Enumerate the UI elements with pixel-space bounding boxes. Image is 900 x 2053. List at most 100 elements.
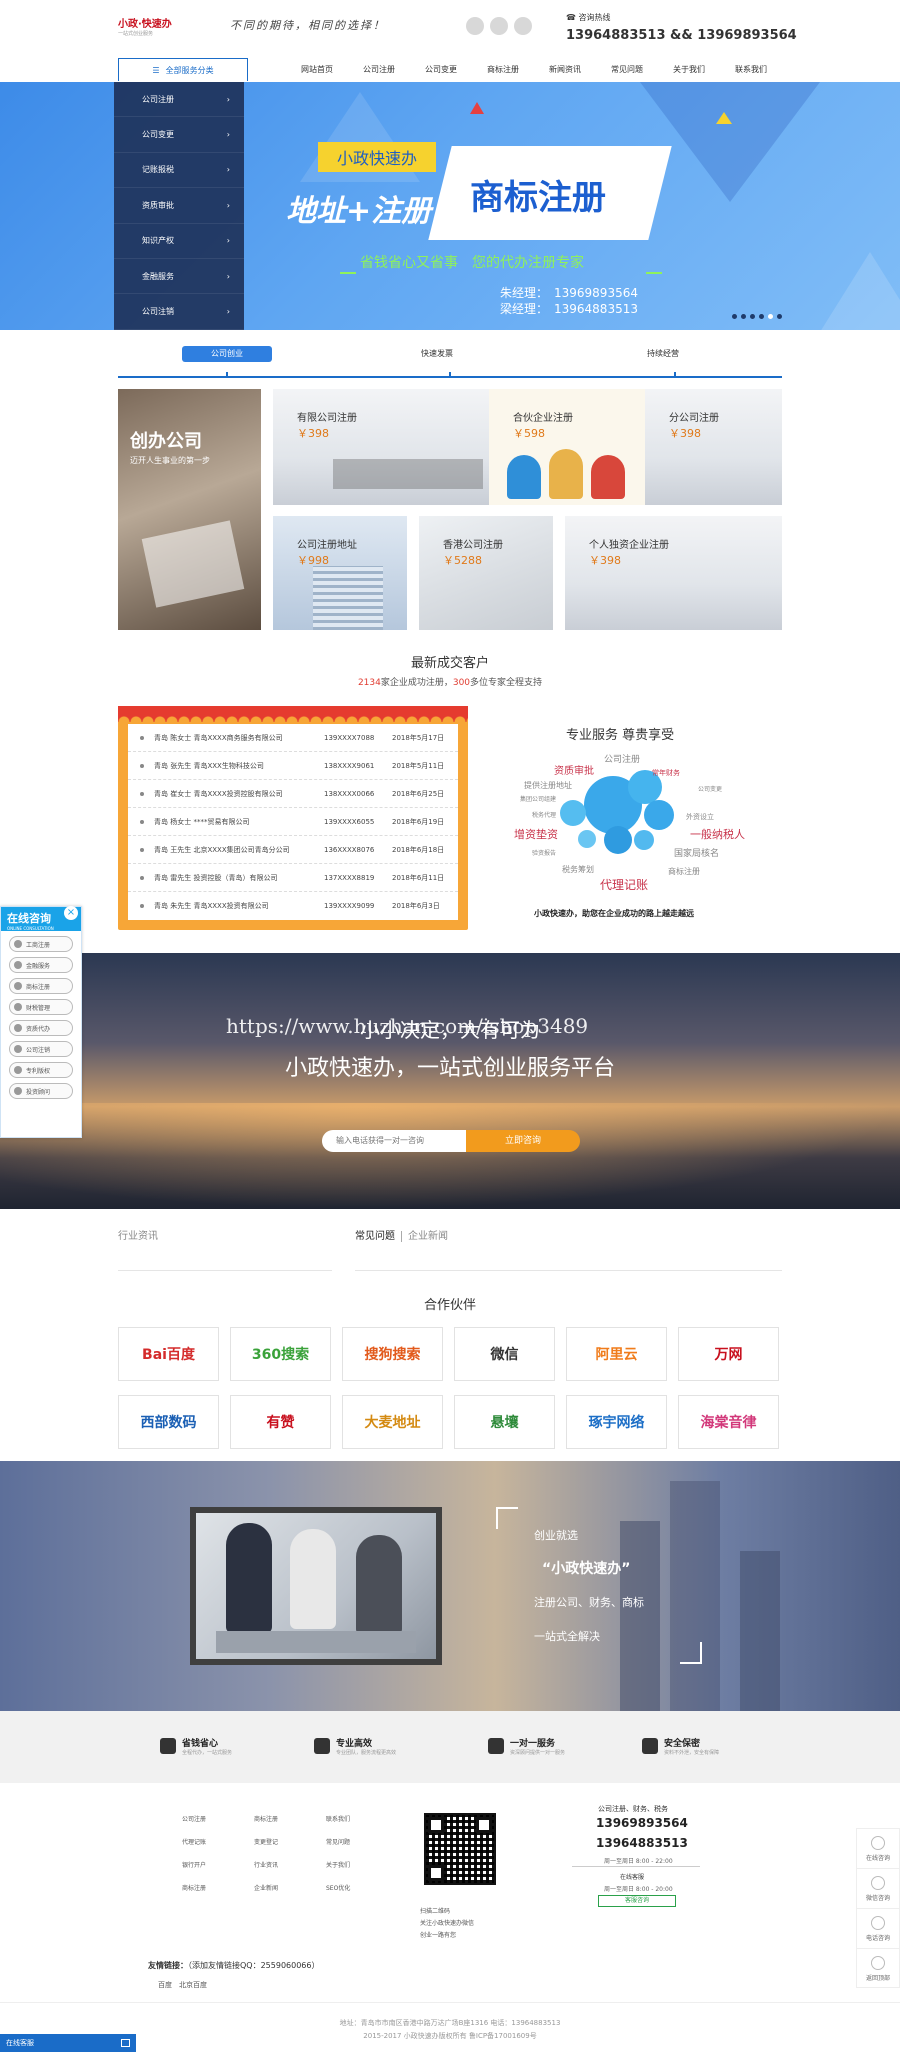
partner-logo-xuanrang[interactable]: 悬壤 xyxy=(454,1395,555,1449)
consult-option[interactable]: 专利版权 xyxy=(9,1062,73,1078)
toolbar-back-to-top[interactable]: 返回顶部 xyxy=(857,1949,899,1989)
slider-dot[interactable] xyxy=(750,314,755,319)
service-name: 分公司注册 xyxy=(669,413,719,424)
qq-icon[interactable] xyxy=(490,17,508,35)
friend-link[interactable]: 百度 xyxy=(158,1981,172,1989)
partner-logo-west[interactable]: 西部数码 xyxy=(118,1395,219,1449)
footer-link[interactable]: 公司注册 xyxy=(182,1814,206,1823)
phone-input[interactable] xyxy=(322,1130,468,1152)
consult-option[interactable]: 商标注册 xyxy=(9,978,73,994)
partner-logo-zhuoyu[interactable]: 琢宇网络 xyxy=(566,1395,667,1449)
qq-icon xyxy=(14,940,22,948)
nav-item-trademark[interactable]: 商标注册 xyxy=(472,58,534,81)
side-menu-item[interactable]: 记账报税 › xyxy=(114,153,244,189)
service-card[interactable]: 有限公司注册 ￥398 xyxy=(273,389,489,505)
consult-option[interactable]: 金融服务 xyxy=(9,957,73,973)
slider-dot[interactable] xyxy=(777,314,782,319)
chevron-right-icon: › xyxy=(226,307,230,317)
footer-link[interactable]: 代理记账 xyxy=(182,1837,206,1846)
footer-link[interactable]: SEO优化 xyxy=(326,1883,350,1892)
keyword: 一般纳税人 xyxy=(690,828,745,841)
online-service-bar[interactable]: 在线客服 xyxy=(0,2034,136,2052)
nav-item-home[interactable]: 网站首页 xyxy=(286,58,348,81)
consult-option[interactable]: 工商注册 xyxy=(9,936,73,952)
nav-item-contact[interactable]: 联系我们 xyxy=(720,58,782,81)
footer-link[interactable]: 商标注册 xyxy=(254,1814,278,1823)
category-button[interactable]: ☰ 全部服务分类 xyxy=(118,58,248,81)
service-card[interactable]: 公司注册地址 ￥998 xyxy=(273,516,407,630)
partner-logo-wanwang[interactable]: 万网 xyxy=(678,1327,779,1381)
footer-link[interactable]: 联系我们 xyxy=(326,1814,350,1823)
nav-list: 网站首页 公司注册 公司变更 商标注册 新闻资讯 常见问题 关于我们 联系我们 xyxy=(286,58,782,81)
chevron-right-icon: › xyxy=(226,271,230,281)
weibo-icon[interactable] xyxy=(466,17,484,35)
partner-logo-haitang[interactable]: 海棠音律 xyxy=(678,1395,779,1449)
friend-link[interactable]: 北京百度 xyxy=(179,1981,207,1989)
online-service-button[interactable]: 客服咨询 xyxy=(598,1895,676,1907)
qq-icon xyxy=(14,961,22,969)
slider-dot[interactable] xyxy=(759,314,764,319)
partner-logo-wechat[interactable]: 微信 xyxy=(454,1327,555,1381)
partner-logo-damai[interactable]: 大麦地址 xyxy=(342,1395,443,1449)
banner-manager: 朱经理： 13969893564 xyxy=(500,286,638,300)
qq-icon xyxy=(14,982,22,990)
promo-card[interactable]: 创办公司 迈开人生事业的第一步 xyxy=(118,389,261,630)
industry-news-title[interactable]: 行业资讯 xyxy=(118,1227,158,1242)
footer-online-hours: 周一至周日 8:00 - 20:00 xyxy=(604,1886,673,1893)
service-card[interactable]: 香港公司注册 ￥5288 xyxy=(419,516,553,630)
side-menu-item[interactable]: 公司变更 › xyxy=(114,117,244,153)
consult-option[interactable]: 资质代办 xyxy=(9,1020,73,1036)
service-card[interactable]: 分公司注册 ￥398 xyxy=(645,389,782,505)
side-menu-item[interactable]: 公司注销 › xyxy=(114,294,244,330)
tab-startup[interactable]: 公司创业 xyxy=(182,346,272,362)
close-icon[interactable]: × xyxy=(64,906,78,920)
phone-icon: ☎ xyxy=(566,13,579,22)
site-logo[interactable]: 小政·快速办 一站式创业服务 xyxy=(118,15,172,37)
partner-logo-sogou[interactable]: 搜狗搜索 xyxy=(342,1327,443,1381)
tab-company-news[interactable]: 企业新闻 xyxy=(401,1231,448,1242)
toolbar-wechat[interactable]: 微信咨询 xyxy=(857,1869,899,1909)
partner-logo-aliyun[interactable]: 阿里云 xyxy=(566,1327,667,1381)
slider-dot[interactable] xyxy=(732,314,737,319)
footer-link[interactable]: 常见问题 xyxy=(326,1837,350,1846)
slider-dot[interactable] xyxy=(768,314,773,319)
person-icon xyxy=(488,1738,504,1754)
footer-link[interactable]: 企业新闻 xyxy=(254,1883,278,1892)
wechat-icon xyxy=(871,1875,885,1890)
tab-faq[interactable]: 常见问题 xyxy=(355,1231,395,1242)
side-menu-item[interactable]: 知识产权 › xyxy=(114,224,244,259)
footer-link[interactable]: 行业资讯 xyxy=(254,1860,278,1869)
service-card[interactable]: 个人独资企业注册 ￥398 xyxy=(565,516,782,630)
consult-option[interactable]: 公司注销 xyxy=(9,1041,73,1057)
tab-operation[interactable]: 持续经营 xyxy=(628,346,698,362)
nav-item-news[interactable]: 新闻资讯 xyxy=(534,58,596,81)
side-menu-item[interactable]: 公司注册 › xyxy=(114,82,244,118)
nav-item-company-registration[interactable]: 公司注册 xyxy=(348,58,410,81)
service-name: 公司注册地址 xyxy=(297,540,357,551)
toolbar-online-consult[interactable]: 在线咨询 xyxy=(857,1829,899,1869)
footer-link[interactable]: 变更登记 xyxy=(254,1837,278,1846)
footer-link[interactable]: 银行开户 xyxy=(182,1860,206,1869)
footer-link[interactable]: 商标注册 xyxy=(182,1883,206,1892)
partner-logo-baidu[interactable]: Bai百度 xyxy=(118,1327,219,1381)
tab-invoice[interactable]: 快速发票 xyxy=(402,346,472,362)
toolbar-phone[interactable]: 电话咨询 xyxy=(857,1909,899,1949)
service-card[interactable]: 合伙企业注册 ￥598 xyxy=(489,389,645,505)
consult-option[interactable]: 投资顾问 xyxy=(9,1083,73,1099)
nav-item-faq[interactable]: 常见问题 xyxy=(596,58,658,81)
service-name: 个人独资企业注册 xyxy=(589,540,669,551)
nav-item-company-change[interactable]: 公司变更 xyxy=(410,58,472,81)
wechat-icon[interactable] xyxy=(514,17,532,35)
consult-button[interactable]: 立即咨询 xyxy=(466,1130,580,1152)
partner-logo-youzan[interactable]: 有赞 xyxy=(230,1395,331,1449)
thumbs-up-icon xyxy=(314,1738,330,1754)
partner-logo-360[interactable]: 360搜索 xyxy=(230,1327,331,1381)
banner-left-title: 地址+注册 xyxy=(286,194,432,229)
slider-dot[interactable] xyxy=(741,314,746,319)
banner-subtitle: 省钱省心又省事 您的代办注册专家 xyxy=(360,255,584,271)
side-menu-item[interactable]: 资质审批 › xyxy=(114,188,244,224)
side-menu-item[interactable]: 金融服务 › xyxy=(114,259,244,295)
footer-link[interactable]: 关于我们 xyxy=(326,1860,350,1869)
consult-option[interactable]: 财税管理 xyxy=(9,999,73,1015)
nav-item-about[interactable]: 关于我们 xyxy=(658,58,720,81)
